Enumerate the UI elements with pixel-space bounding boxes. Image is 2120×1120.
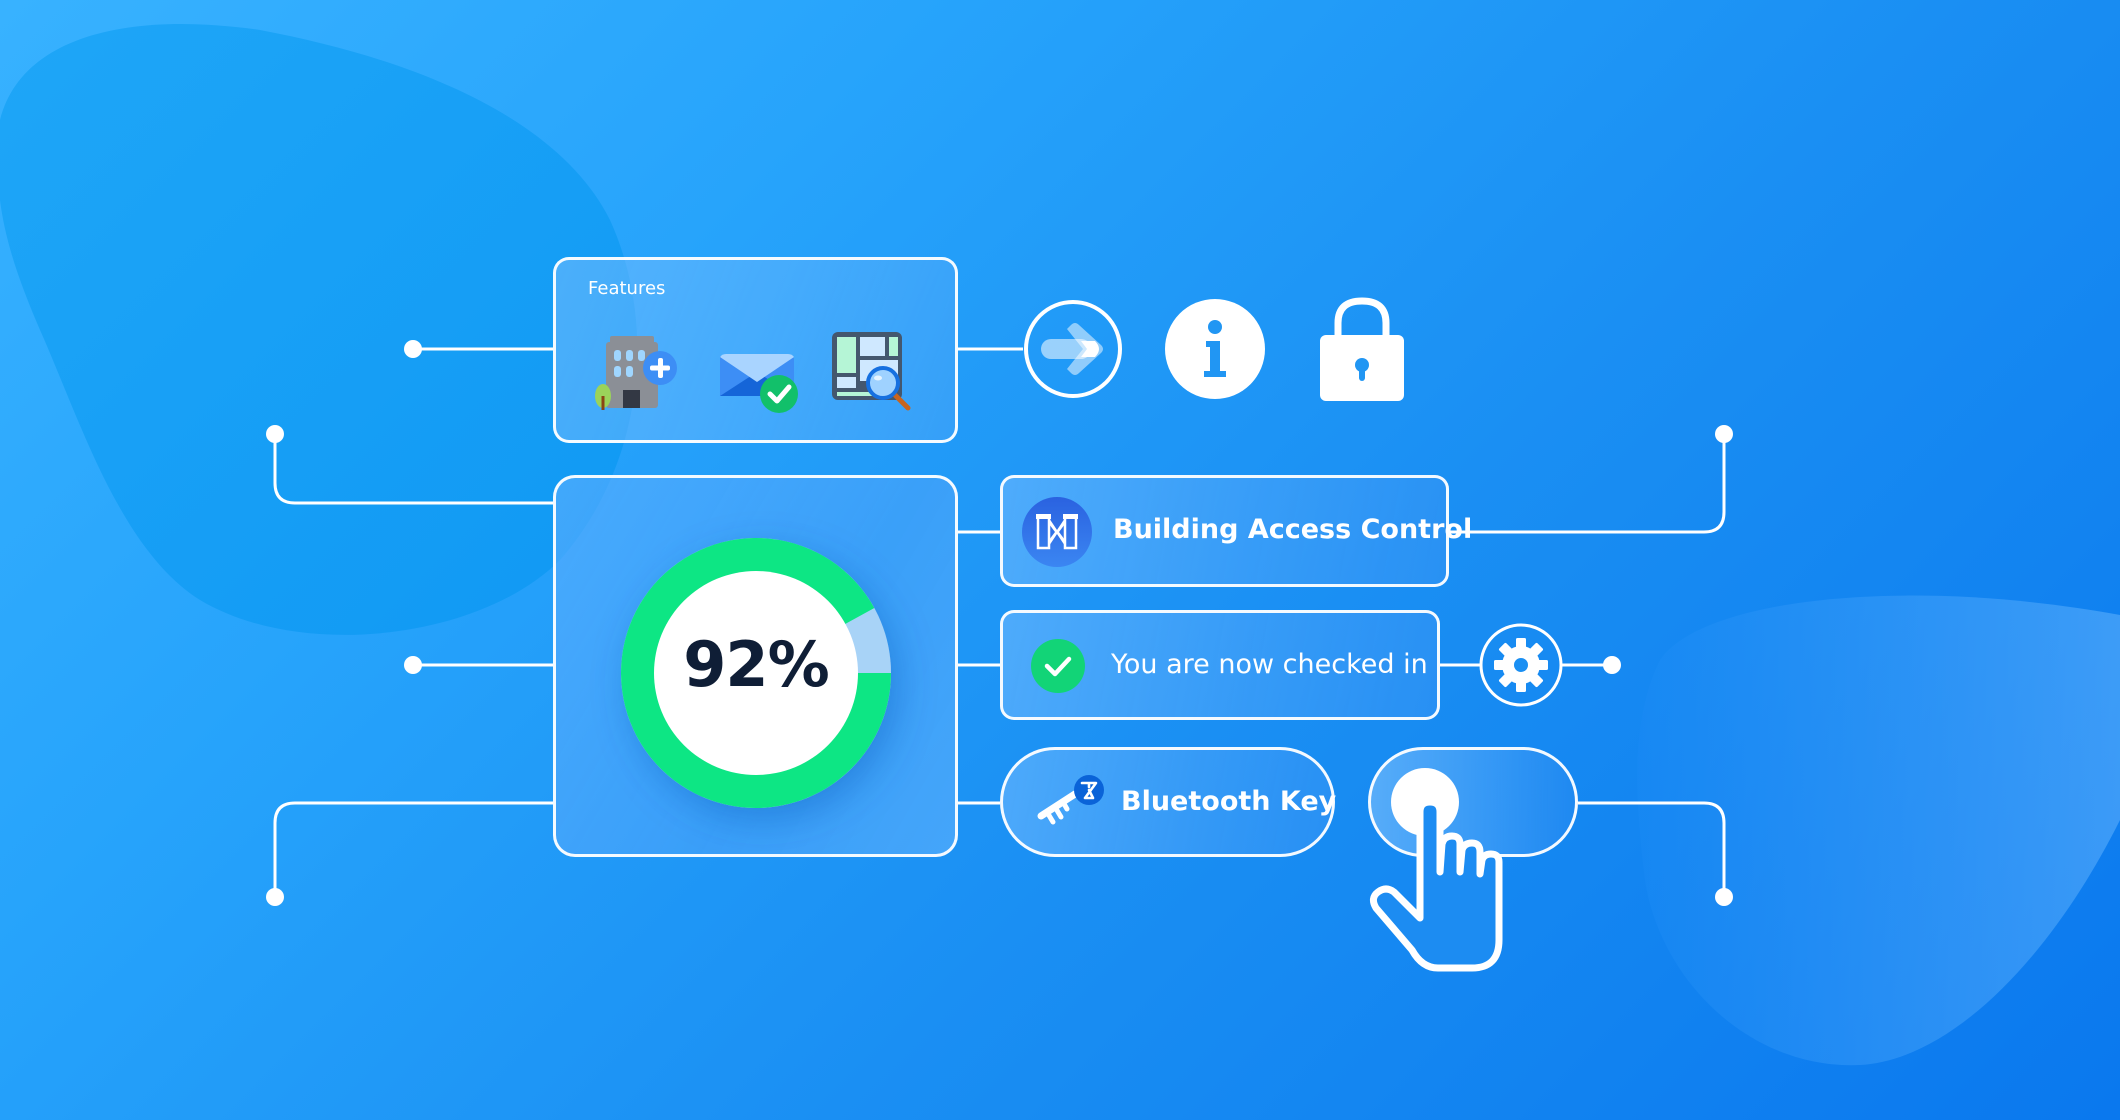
progress-value: 92% (683, 628, 829, 701)
floorplan-search-icon[interactable] (826, 326, 916, 416)
lock-icon[interactable] (1318, 295, 1406, 403)
bluetooth-key-icon (1037, 775, 1104, 825)
mail-check-icon[interactable] (714, 326, 804, 416)
bluetooth-key-label: Bluetooth Key (1121, 786, 1337, 817)
background-blob-right (1637, 595, 2120, 1066)
checked-in-label: You are now checked in (1111, 649, 1428, 680)
building-access-card[interactable]: Building Access Control (1000, 475, 1472, 587)
info-icon[interactable] (1165, 299, 1265, 399)
access-gate-icon (1022, 497, 1092, 567)
background-blob-left (0, 24, 638, 635)
bluetooth-key-card[interactable]: Bluetooth Key (1000, 747, 1337, 857)
features-label: Features (588, 278, 666, 299)
check-circle-icon (1031, 639, 1085, 693)
gear-icon[interactable] (1479, 623, 1563, 707)
arrow-right-circle-icon[interactable] (1023, 299, 1123, 399)
building-add-icon[interactable] (594, 326, 684, 416)
building-access-label: Building Access Control (1113, 514, 1473, 545)
checked-in-card[interactable]: You are now checked in (1000, 610, 1440, 720)
hand-pointer-icon (1369, 798, 1503, 972)
progress-card: 92% (553, 475, 958, 857)
features-card: Features (553, 257, 958, 443)
